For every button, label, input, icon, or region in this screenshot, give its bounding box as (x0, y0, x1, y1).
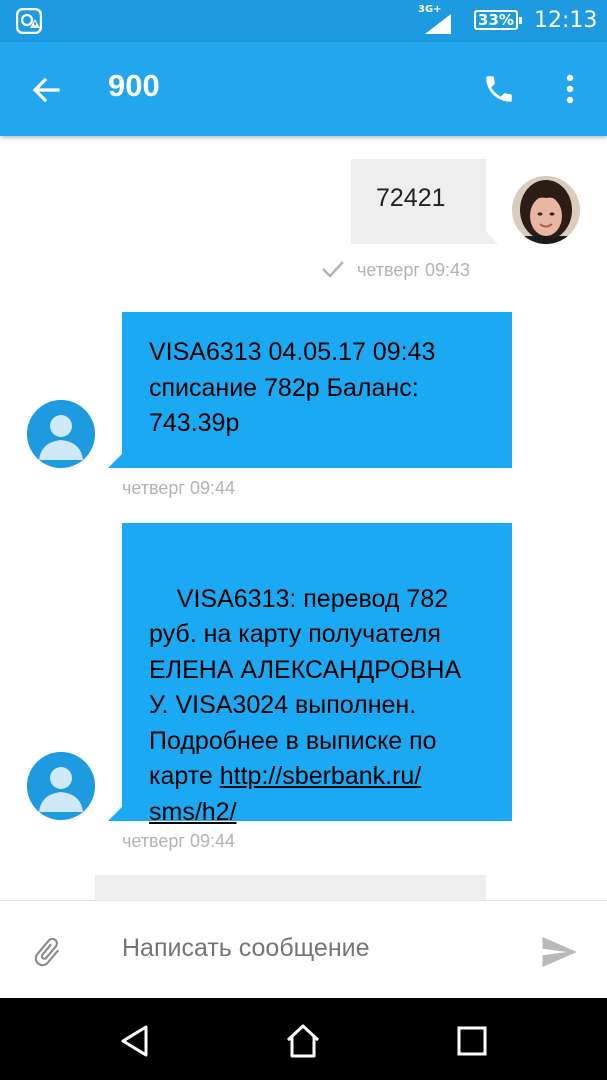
more-vert-icon[interactable] (558, 72, 582, 106)
bubble-tail (484, 229, 498, 244)
app-bar: 900 (0, 42, 607, 136)
message-text: 72421 (376, 184, 446, 212)
recents-nav-icon[interactable] (453, 1022, 491, 1060)
navigation-bar (0, 998, 607, 1080)
message-time: четверг 09:44 (122, 478, 236, 498)
sberbank-link-cont[interactable]: sms/h2/ (149, 798, 237, 826)
person-icon (27, 400, 95, 468)
contact-avatar[interactable] (27, 400, 95, 468)
notification-icon (16, 8, 42, 34)
message-text-body: VISA6313: перевод 782 руб. на карту полу… (149, 584, 462, 791)
message-bubble-partial[interactable] (95, 875, 486, 900)
message-incoming[interactable]: VISA6313 04.05.17 09:43 списание 782р Ба… (0, 300, 607, 510)
contact-avatar[interactable] (27, 752, 95, 820)
message-composer: Написать сообщение (0, 900, 607, 999)
message-text: VISA6313: перевод 782 руб. на карту полу… (149, 546, 461, 866)
send-icon[interactable] (540, 937, 578, 967)
back-arrow-icon[interactable] (30, 74, 62, 106)
message-input[interactable]: Написать сообщение (122, 934, 370, 963)
check-icon (322, 261, 344, 278)
message-time: четверг 09:44 (122, 831, 236, 851)
phone-icon[interactable] (482, 72, 516, 106)
battery-indicator: 33% (474, 10, 522, 30)
user-photo (512, 176, 580, 244)
message-text: VISA6313 04.05.17 09:43 списание 782р Ба… (149, 338, 436, 437)
bubble-tail (108, 453, 123, 468)
paperclip-icon[interactable] (30, 935, 64, 969)
signal-icon (425, 14, 451, 34)
person-icon (27, 752, 95, 820)
sberbank-link[interactable]: http://sberbank.ru/ (220, 762, 422, 790)
message-incoming[interactable]: VISA6313: перевод 782 руб. на карту полу… (0, 510, 607, 860)
home-nav-icon[interactable] (284, 1022, 322, 1060)
message-time: четверг 09:43 (357, 260, 471, 280)
back-nav-icon[interactable] (116, 1022, 154, 1060)
bubble-tail (108, 806, 123, 821)
conversation-title: 900 (108, 68, 160, 103)
status-clock: 12:13 (534, 8, 598, 33)
user-avatar[interactable] (512, 176, 580, 244)
status-bar: 3G+ 33% 12:13 (0, 0, 607, 42)
